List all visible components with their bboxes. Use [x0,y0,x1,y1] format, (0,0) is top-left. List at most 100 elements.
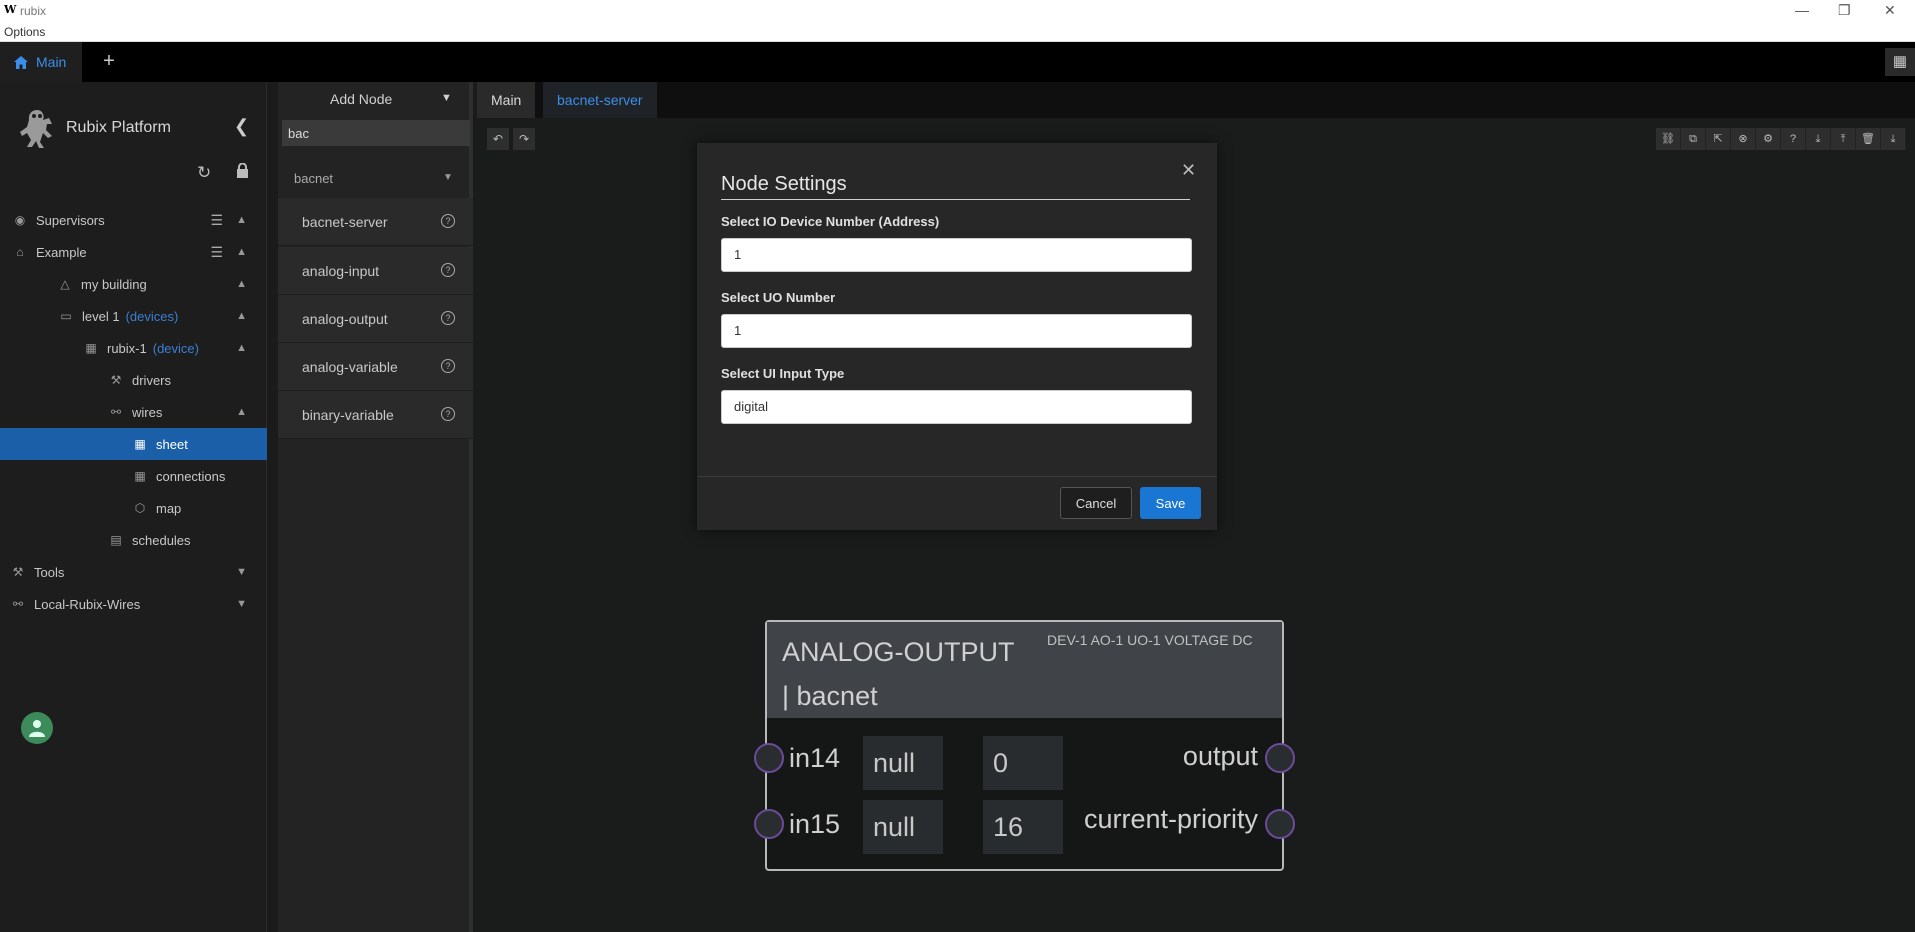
group-icon[interactable]: ⧉ [1681,128,1706,150]
help-icon[interactable]: ? [441,359,455,373]
input-default[interactable]: 0 [983,736,1063,790]
link-icon[interactable]: ⛓ [1656,128,1681,150]
address-input[interactable]: 1 [721,238,1192,272]
chevron-up-icon[interactable]: ▲ [236,278,247,290]
palette-item-label: analog-variable [302,358,398,375]
input-default[interactable]: 16 [983,800,1063,854]
menu-options[interactable]: Options [4,25,45,39]
palette-item-binary-variable[interactable]: binary-variable ? [278,391,473,439]
tab-main[interactable]: Main [0,42,82,82]
close-button[interactable]: ✕ [1884,2,1896,19]
sidebar-item-drivers[interactable]: ⚒ drivers [0,364,267,396]
lock-icon[interactable] [236,162,249,181]
help-icon[interactable]: ? [441,407,455,421]
sidebar-item-schedules[interactable]: ▤ schedules [0,524,267,556]
canvas-toolbar: ⛓ ⧉ ⇱ ⊗ ⚙ ? ⤓ ⤒ 🗑 ⤓ [1656,128,1906,150]
palette-item-bacnet-server[interactable]: bacnet-server ? [278,198,473,246]
sidebar-item-sheet[interactable]: ▦ sheet [0,428,267,460]
map-icon: ⬡ [134,501,146,515]
sidebar-item-tools[interactable]: ⚒ Tools ▼ [0,556,267,588]
input-port-in14[interactable] [754,743,784,773]
menu-icon[interactable]: ☰ [210,244,223,261]
sidebar-item-level-1[interactable]: ▭ level 1 (devices) ▲ [0,300,267,332]
collapse-sidebar-icon[interactable]: ❮ [234,116,249,137]
undo-redo-group: ↶ ↷ [487,128,535,150]
restore-button[interactable]: ❐ [1838,2,1851,19]
node-header[interactable]: ANALOG-OUTPUT | bacnet DEV-1 AO-1 UO-1 V… [767,622,1282,718]
cancel-button[interactable]: Cancel [1060,487,1132,519]
field-label-address: Select IO Device Number (Address) [721,214,940,229]
undo-icon[interactable]: ↶ [487,128,509,150]
output-label: output [1182,741,1258,771]
layout-icon[interactable]: ▦ [1885,48,1915,76]
uo-number-input[interactable]: 1 [721,314,1192,348]
sidebar-item-my-building[interactable]: △ my building ▲ [0,268,267,300]
tab-canvas-main[interactable]: Main [477,82,536,118]
help-icon[interactable]: ? [441,311,455,325]
add-tab-button[interactable]: + [92,50,126,74]
tab-bacnet-server[interactable]: bacnet-server [543,82,657,118]
wrench-icon: ⚒ [110,373,122,387]
palette-item-analog-output[interactable]: analog-output ? [278,295,473,343]
sidebar-item-map[interactable]: ⬡ map [0,492,267,524]
sidebar-item-supervisors[interactable]: ◉ Supervisors ☰ ▲ [0,204,267,236]
refresh-icon[interactable]: ↻ [197,163,211,183]
save-button[interactable]: Save [1140,487,1201,519]
minimize-button[interactable]: — [1795,2,1809,18]
node-search-input[interactable] [282,120,470,146]
palette-item-analog-variable[interactable]: analog-variable ? [278,343,473,391]
chevron-down-icon[interactable]: ▼ [236,566,247,578]
sidebar-item-example[interactable]: ⌂ Example ☰ ▲ [0,236,267,268]
redo-icon[interactable]: ↷ [513,128,535,150]
chevron-up-icon[interactable]: ▲ [236,310,247,322]
field-label-ui-input-type: Select UI Input Type [721,366,845,381]
field-label-uo-number: Select UO Number [721,290,836,305]
chevron-down-icon[interactable]: ▼ [236,598,247,610]
group-bacnet[interactable]: bacnet ▼ [278,158,473,198]
sidebar-item-label: Example [36,244,87,260]
clear-icon[interactable]: ⊗ [1731,128,1756,150]
help-icon[interactable]: ? [1781,128,1806,150]
input-port-in15[interactable] [754,809,784,839]
add-node-dropdown[interactable]: Add Node ▼ [278,82,473,116]
close-icon[interactable]: ✕ [1181,160,1196,181]
input-value[interactable]: null [863,800,943,854]
home-outline-icon: ⌂ [16,245,24,259]
help-icon[interactable]: ? [441,263,455,277]
chevron-up-icon[interactable]: ▲ [236,214,247,226]
sidebar-item-rubix-1[interactable]: ▦ rubix-1 (device) ▲ [0,332,267,364]
chevron-down-icon: ▼ [443,172,453,183]
analog-output-node[interactable]: ANALOG-OUTPUT | bacnet DEV-1 AO-1 UO-1 V… [754,620,1295,871]
menu-icon[interactable]: ☰ [210,212,223,229]
input-value[interactable]: null [863,736,943,790]
sidebar-item-label: drivers [132,372,172,388]
ui-input-type-select[interactable]: digital [721,390,1192,424]
sidebar-item-local-rubix-wires[interactable]: ⚯ Local-Rubix-Wires ▼ [0,588,267,620]
sidebar-item-label: map [156,500,182,516]
palette-item-analog-input[interactable]: analog-input ? [278,247,473,295]
download-icon[interactable]: ⤓ [1806,128,1831,150]
import-icon[interactable]: ⤓ [1881,128,1906,150]
help-icon[interactable]: ? [441,214,455,228]
sidebar-item-label: my building [81,276,147,292]
caret-down-icon: ▼ [441,92,452,104]
sidebar-item-label: level 1 [82,308,120,324]
avatar[interactable] [21,712,53,744]
trash-icon[interactable]: 🗑 [1856,128,1881,150]
sidebar-item-tag: (devices) [125,308,179,324]
exit-icon[interactable]: ⇱ [1706,128,1731,150]
gear-icon[interactable]: ⚙ [1756,128,1781,150]
output-port-output[interactable] [1265,743,1295,773]
upload-icon[interactable]: ⤒ [1831,128,1856,150]
sidebar-item-tag: (device) [152,340,199,356]
chevron-up-icon[interactable]: ▲ [236,246,247,258]
sidebar-item-connections[interactable]: ▦ connections [0,460,267,492]
output-port-current-priority[interactable] [1265,809,1295,839]
node-title: ANALOG-OUTPUT | bacnet [782,637,1015,711]
chevron-up-icon[interactable]: ▲ [236,342,247,354]
eye-icon: ◉ [14,213,26,227]
chevron-up-icon[interactable]: ▲ [236,406,247,418]
sidebar-item-wires[interactable]: ⚯ wires ▲ [0,396,267,428]
app-logo: W [4,3,17,16]
dialog-title: Node Settings [721,173,847,195]
